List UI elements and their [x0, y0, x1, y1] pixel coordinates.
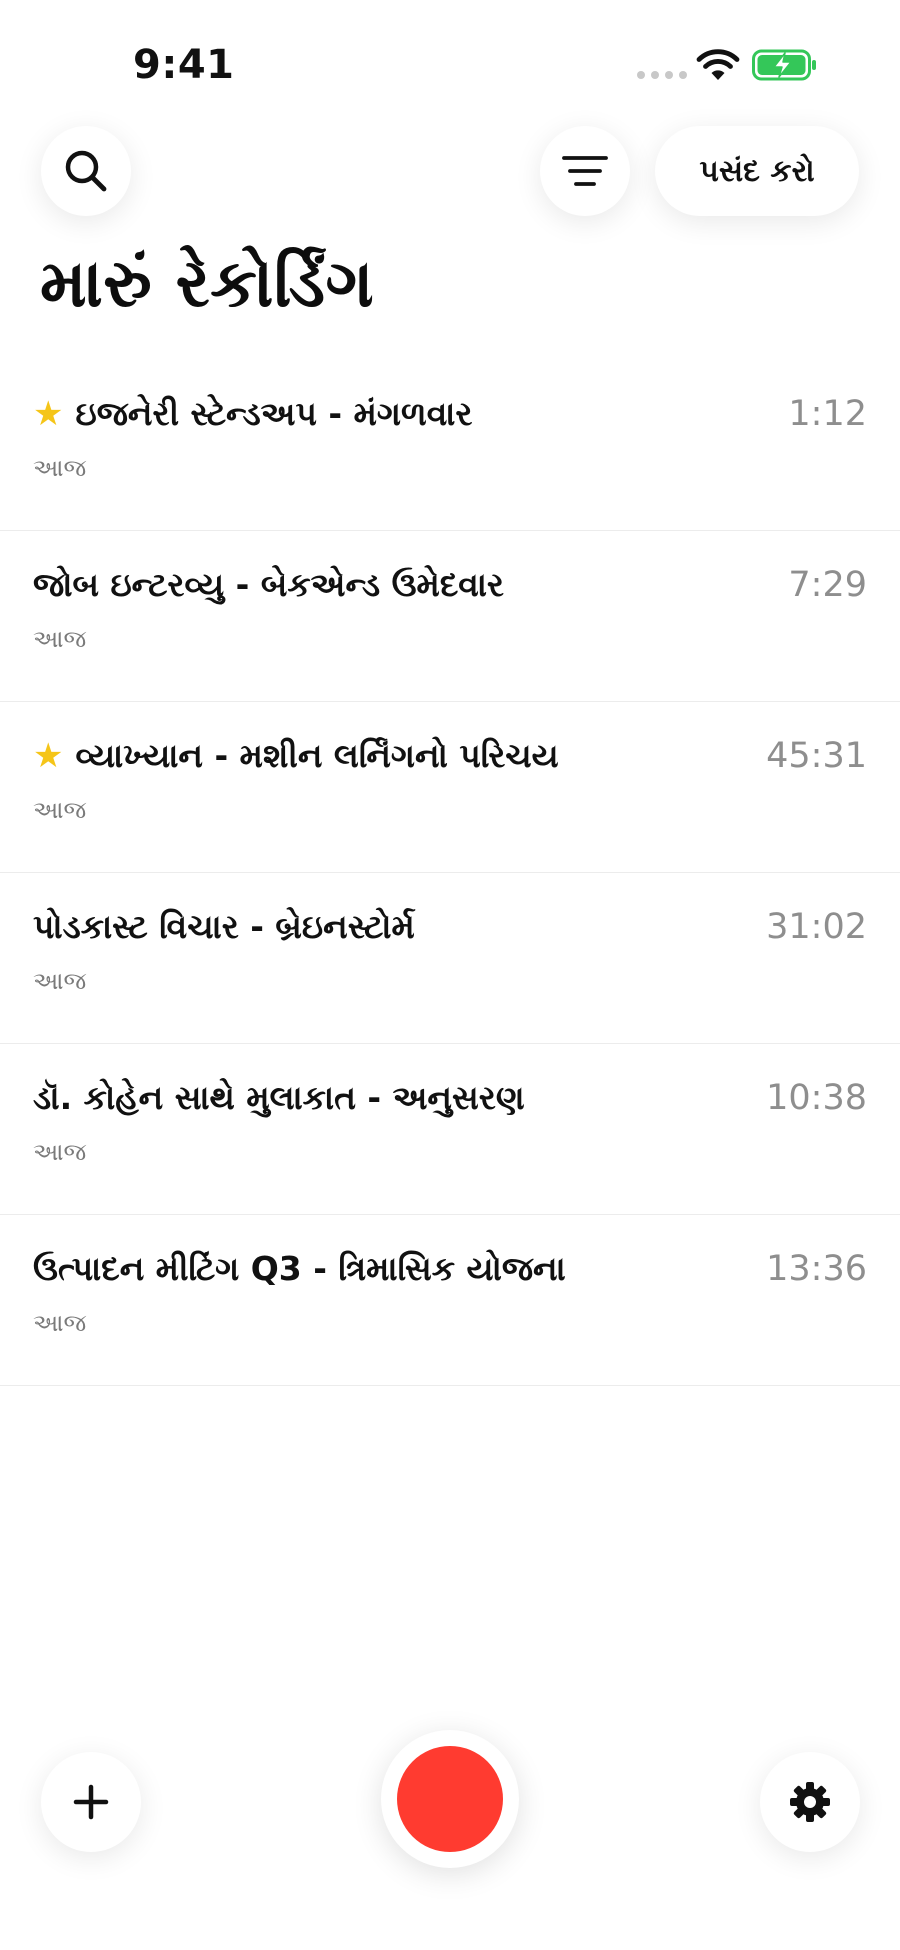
recording-date: આજ — [33, 796, 87, 824]
record-button[interactable] — [381, 1730, 519, 1868]
status-bar: 9:41 — [0, 0, 900, 130]
recording-row[interactable]: જોબ ઇન્ટરવ્યુ - બેકએન્ડ ઉમેદવાર આજ 7:29 — [0, 531, 900, 702]
sort-lines-icon — [562, 156, 608, 186]
gear-icon — [790, 1782, 830, 1822]
recording-duration: 31:02 — [766, 907, 867, 947]
recording-duration: 7:29 — [788, 565, 867, 605]
recording-title: પોડકાસ્ટ વિચાર - બ્રેઇનસ્ટોર્મ — [33, 907, 415, 946]
recording-duration: 45:31 — [766, 736, 867, 776]
wifi-icon — [696, 49, 740, 80]
recording-duration: 10:38 — [766, 1078, 867, 1118]
add-button[interactable] — [41, 1752, 141, 1852]
recording-date: આજ — [33, 1138, 87, 1166]
search-icon — [65, 150, 107, 192]
recording-date: આજ — [33, 625, 87, 653]
search-button[interactable] — [41, 126, 131, 216]
recording-date: આજ — [33, 454, 87, 482]
battery-charging-icon — [752, 49, 816, 81]
sort-button[interactable] — [540, 126, 630, 216]
plus-icon — [73, 1784, 109, 1820]
recording-date: આજ — [33, 1309, 87, 1337]
page-title: મારું રેકોર્ડિંગ — [40, 245, 375, 322]
recording-row[interactable]: ડૉ. કોહેન સાથે મુલાકાત - અનુસરણ આજ 10:38 — [0, 1044, 900, 1215]
signal-icon — [637, 71, 687, 79]
recording-title: જોબ ઇન્ટરવ્યુ - બેકએન્ડ ઉમેદવાર — [33, 565, 504, 604]
recording-title: વ્યાખ્યાન - મશીન લર્નિંગનો પરિચય — [75, 736, 559, 775]
recording-list: ★ ઇજનેરી સ્ટેન્ડઅપ - મંગળવાર આજ 1:12 જોબ… — [0, 360, 900, 1386]
recording-title: ડૉ. કોહેન સાથે મુલાકાત - અનુસરણ — [33, 1078, 525, 1117]
recording-row[interactable]: પોડકાસ્ટ વિચાર - બ્રેઇનસ્ટોર્મ આજ 31:02 — [0, 873, 900, 1044]
star-icon: ★ — [33, 394, 64, 434]
status-time: 9:41 — [133, 42, 235, 88]
select-button[interactable]: પસંદ કરો — [655, 126, 859, 216]
settings-button[interactable] — [760, 1752, 860, 1852]
star-icon: ★ — [33, 736, 64, 776]
recording-duration: 13:36 — [766, 1249, 867, 1289]
recording-duration: 1:12 — [788, 394, 867, 434]
recording-row[interactable]: ★ ઇજનેરી સ્ટેન્ડઅપ - મંગળવાર આજ 1:12 — [0, 360, 900, 531]
record-icon — [397, 1746, 503, 1852]
recording-title: ઇજનેરી સ્ટેન્ડઅપ - મંગળવાર — [75, 394, 473, 433]
recording-row[interactable]: ★ વ્યાખ્યાન - મશીન લર્નિંગનો પરિચય આજ 45… — [0, 702, 900, 873]
recording-title: ઉત્પાદન મીટિંગ Q3 - ત્રિમાસિક યોજના — [33, 1249, 566, 1288]
recording-row[interactable]: ઉત્પાદન મીટિંગ Q3 - ત્રિમાસિક યોજના આજ 1… — [0, 1215, 900, 1386]
recording-date: આજ — [33, 967, 87, 995]
